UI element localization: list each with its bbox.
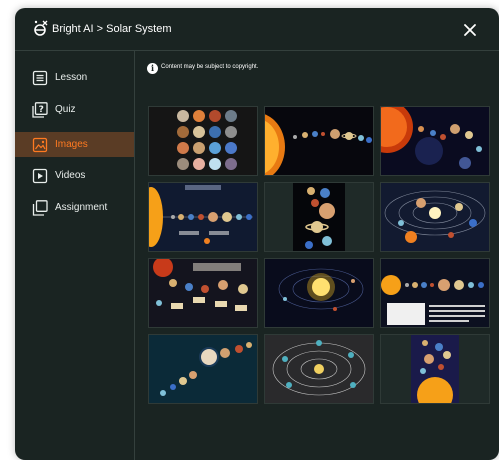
- image-tile-planets-sun[interactable]: [380, 334, 490, 404]
- sidebar-item-label: Quiz: [55, 104, 76, 115]
- sidebar: Lesson ? Quiz Images Videos Assignment: [15, 51, 135, 460]
- image-thumbnail: [381, 335, 489, 403]
- lesson-icon: [32, 70, 48, 86]
- content-area: i Content may be subject to copyright.: [135, 51, 499, 460]
- image-thumbnail: [149, 259, 257, 327]
- sidebar-item-assignment[interactable]: Assignment: [15, 195, 134, 220]
- modal-window: Bright AI > Solar System Lesson ? Quiz I…: [15, 8, 499, 460]
- image-thumbnail: [149, 107, 257, 175]
- image-tile-diagonal-planets[interactable]: [148, 334, 258, 404]
- image-tile-glowing-sun[interactable]: [264, 258, 374, 328]
- image-tile-fiery-sun[interactable]: [380, 106, 490, 176]
- image-thumbnail: [265, 335, 373, 403]
- image-tile-orbit-chart[interactable]: [264, 334, 374, 404]
- sidebar-item-label: Lesson: [55, 72, 88, 83]
- sidebar-item-videos[interactable]: Videos: [15, 163, 134, 188]
- sidebar-item-images[interactable]: Images: [15, 132, 134, 157]
- image-tile-planets-lineup[interactable]: [380, 258, 490, 328]
- image-tile-solar-poster[interactable]: [148, 258, 258, 328]
- header: Bright AI > Solar System: [15, 8, 499, 51]
- info-icon: i: [147, 63, 158, 74]
- image-thumbnail: [265, 259, 373, 327]
- image-thumbnail: [265, 107, 373, 175]
- assignment-icon: [32, 200, 48, 216]
- sidebar-item-label: Images: [55, 139, 88, 150]
- quiz-icon: ?: [32, 102, 48, 118]
- close-icon[interactable]: [460, 20, 480, 40]
- image-tile-vertical-planets[interactable]: [264, 182, 374, 252]
- image-thumbnail: [381, 183, 489, 251]
- image-thumbnail: [381, 259, 489, 327]
- image-tile-planets-grid[interactable]: [148, 106, 258, 176]
- sidebar-item-label: Assignment: [55, 202, 108, 213]
- image-tile-solar-diagram[interactable]: [148, 182, 258, 252]
- video-icon: [32, 168, 48, 184]
- image-icon: [32, 137, 48, 153]
- image-thumbnail: [149, 335, 257, 403]
- svg-text:?: ?: [39, 105, 44, 115]
- sidebar-item-quiz[interactable]: ? Quiz: [15, 97, 134, 122]
- sidebar-item-lesson[interactable]: Lesson: [15, 65, 134, 90]
- sidebar-item-label: Videos: [55, 170, 86, 181]
- image-thumbnail: [149, 183, 257, 251]
- header-title: Bright AI > Solar System: [52, 23, 172, 35]
- image-tile-orbits[interactable]: [380, 182, 490, 252]
- image-thumbnail: [265, 183, 373, 251]
- copyright-text: Content may be subject to copyright.: [161, 64, 259, 70]
- image-thumbnail: [381, 107, 489, 175]
- bright-ai-logo-icon: [34, 20, 48, 36]
- image-tile-sun-arc[interactable]: [264, 106, 374, 176]
